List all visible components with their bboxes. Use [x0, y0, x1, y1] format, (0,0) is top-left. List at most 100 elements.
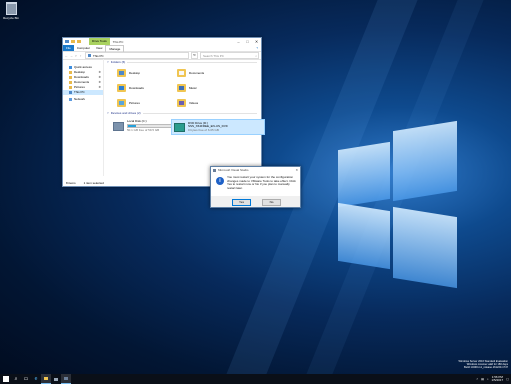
recycle-bin-label: Recycle Bin [3, 16, 19, 20]
start-button[interactable] [1, 374, 11, 384]
file-explorer-taskbar-button[interactable] [41, 374, 51, 384]
tab-file[interactable]: File [63, 45, 74, 51]
folder-desktop[interactable]: Desktop [117, 67, 177, 79]
search-icon: ⌕ [14, 376, 18, 382]
star-icon [69, 66, 72, 69]
server-manager-button[interactable] [51, 374, 61, 384]
properties-icon[interactable] [71, 40, 75, 43]
back-arrow-icon[interactable]: ← [65, 54, 68, 58]
downloads-folder-icon [117, 84, 126, 92]
nav-label: This PC [74, 90, 85, 94]
folder-label: Desktop [129, 71, 141, 75]
dialog-button-area: Yes No [211, 196, 300, 207]
item-count: 8 items [66, 181, 76, 185]
recycle-bin-desktop-icon[interactable]: Recycle Bin [2, 2, 20, 20]
windows-logo-pane [393, 206, 457, 289]
maximize-button[interactable]: □ [243, 38, 252, 45]
windows-start-icon [3, 376, 9, 382]
watermark-build: Build 14393.rs1_release.161220-1747 [464, 366, 508, 370]
music-folder-icon [177, 84, 186, 92]
recent-locations-icon[interactable]: ˅ [75, 54, 78, 58]
desktop-folder-icon [69, 71, 72, 74]
file-explorer-window[interactable]: Drive Tools This PC – □ ✕ File Computer … [62, 37, 265, 187]
dialog-close-button[interactable]: ✕ [295, 168, 300, 172]
pictures-folder-icon [69, 86, 72, 89]
windows-logo-pane [393, 120, 457, 202]
content-pane: ˅ Folders (6) Desktop Documents Download… [105, 59, 265, 176]
nav-item-this-pc[interactable]: This PC [63, 90, 103, 95]
folders-grid: Desktop Documents Downloads Music Pictur… [105, 65, 261, 111]
windows-logo-pane [338, 141, 390, 208]
navigation-pane: Quick access Desktop ✱ Downloads ✱ Documen… [63, 59, 104, 176]
downloads-folder-icon [69, 76, 72, 79]
forward-arrow-icon[interactable]: → [70, 54, 73, 58]
info-icon: i [216, 177, 224, 185]
ribbon-tabs: File Computer View Manage ? [63, 44, 261, 52]
documents-folder-icon [69, 81, 72, 84]
drive-dvd-d[interactable]: DVD Drive (D:) SSS_X64FREE_EN-US_DV9 0 b… [171, 119, 265, 135]
folder-videos[interactable]: Videos [177, 97, 237, 109]
documents-folder-icon [177, 69, 186, 77]
quick-access-toolbar [63, 40, 81, 43]
notifications-icon[interactable]: ▢ [506, 377, 509, 381]
this-pc-icon [88, 54, 91, 57]
folder-label: Downloads [129, 86, 144, 90]
task-view-icon: ▭ [23, 376, 29, 382]
folder-documents[interactable]: Documents [177, 67, 237, 79]
recycle-bin-icon [5, 2, 17, 15]
search-input[interactable]: Search This PC ⌕ [200, 52, 259, 59]
minimize-button[interactable]: – [234, 38, 243, 45]
folder-pictures[interactable]: Pictures [117, 97, 177, 109]
drive-usage-fill [128, 125, 136, 127]
search-placeholder: Search This PC [203, 53, 224, 58]
refresh-icon[interactable]: ↻ [191, 52, 198, 59]
no-button[interactable]: No [262, 199, 281, 206]
folder-label: Documents [189, 71, 205, 75]
system-tray: ˄ ▤ ♪ 1:56 PM 1/5/2017 ▢ [476, 375, 511, 383]
drives-grid: Local Disk (C:) 50.1 GB free of 59.5 GB … [105, 116, 265, 136]
folder-label: Music [189, 86, 197, 90]
up-arrow-icon[interactable]: ↑ [80, 54, 83, 58]
dvd-drive-icon [174, 122, 185, 132]
yes-button[interactable]: Yes [232, 199, 251, 206]
clock-date: 1/5/2017 [491, 378, 504, 382]
network-icon [69, 98, 72, 101]
folder-music[interactable]: Music [177, 82, 237, 94]
videos-folder-icon [177, 99, 186, 107]
dialog-taskbar-button[interactable] [61, 374, 71, 384]
dialog-title: Microsoft Visual Studio [218, 168, 249, 172]
help-icon[interactable]: ? [253, 45, 261, 51]
tab-computer[interactable]: Computer [74, 45, 93, 51]
this-pc-icon [69, 91, 72, 94]
license-watermark: Windows Server 2016 Standard Evaluation … [459, 360, 508, 370]
network-tray-icon[interactable]: ▤ [481, 377, 484, 381]
dialog-message: You must restart your system for the con… [227, 175, 296, 190]
internet-explorer-icon: e [34, 376, 38, 382]
nav-item-network[interactable]: Network [63, 97, 103, 102]
folder-label: Videos [189, 101, 199, 105]
app-icon [213, 168, 216, 172]
this-pc-icon [65, 40, 69, 43]
close-button[interactable]: ✕ [252, 38, 261, 45]
address-path: This PC [93, 53, 104, 58]
new-folder-icon[interactable] [77, 40, 81, 43]
folder-label: Pictures [129, 101, 140, 105]
drive-free-space: 0 bytes free of 6.05 GB [188, 127, 219, 132]
tab-view[interactable]: View [93, 45, 105, 51]
internet-explorer-button[interactable]: e [31, 374, 41, 384]
nav-label: Network [74, 97, 86, 101]
task-view-button[interactable]: ▭ [21, 374, 31, 384]
volume-icon[interactable]: ♪ [487, 377, 489, 381]
tab-manage[interactable]: Manage [105, 44, 125, 52]
clock[interactable]: 1:56 PM 1/5/2017 [491, 375, 504, 383]
taskbar: ⌕ ▭ e ˄ ▤ ♪ 1:56 PM 1/5/2017 ▢ [0, 374, 511, 384]
folder-downloads[interactable]: Downloads [117, 82, 177, 94]
desktop-folder-icon [117, 69, 126, 77]
chevron-up-icon[interactable]: ˄ [476, 377, 478, 381]
title-bar[interactable]: Drive Tools This PC – □ ✕ [63, 38, 261, 45]
app-icon [64, 377, 68, 380]
address-bar[interactable]: This PC [85, 52, 189, 59]
search-icon: ⌕ [255, 53, 257, 58]
restart-dialog[interactable]: Microsoft Visual Studio ✕ i You must res… [210, 166, 301, 208]
search-taskbar-button[interactable]: ⌕ [11, 374, 21, 384]
